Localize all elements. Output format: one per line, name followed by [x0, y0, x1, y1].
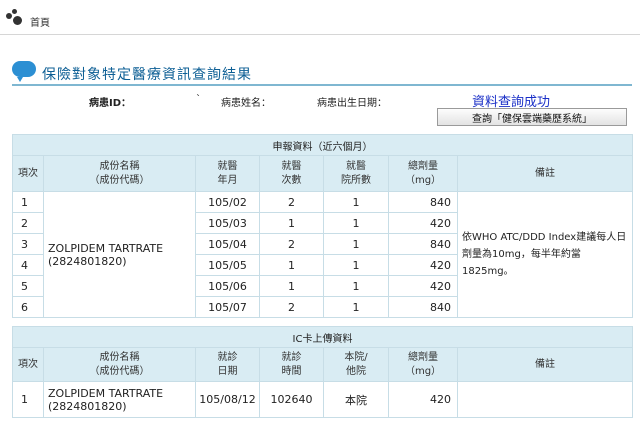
col-header-idx: 項次	[12, 155, 44, 192]
ic-card-table: IC卡上傳資料 項次 成份名稱 （成份代碼） 就診 日期 就診 時間 本院/他院 總劑…	[11, 326, 634, 418]
col-header-date: 就診 日期	[195, 347, 260, 382]
ingredient-name: ZOLPIDEM TARTRATE (2824801820)	[43, 381, 196, 418]
col-header-dose: 總劑量 （mg）	[388, 155, 458, 192]
paw-icon	[6, 9, 24, 25]
col-header-dose: 總劑量 （mg）	[388, 347, 458, 382]
ic-card-table-caption: IC卡上傳資料	[11, 326, 634, 348]
page-header: 保險對象特定醫療資訊查詢結果	[12, 58, 632, 86]
col-header-ingredient: 成份名稱 （成份代碼）	[43, 155, 196, 192]
claims-table-caption: 申報資料（近六個月）	[11, 134, 634, 156]
col-header-idx: 項次	[12, 347, 44, 382]
patient-birth-label: 病患出生日期：	[317, 98, 387, 109]
col-header-note: 備註	[456, 155, 634, 192]
patient-id-label: 病患ID：	[89, 98, 132, 109]
speech-bubble-icon	[12, 61, 36, 82]
query-cloud-pharmacy-button[interactable]: 查詢「健保雲端藥歷系統」	[437, 108, 627, 126]
col-header-month: 就醫 年月	[195, 155, 260, 192]
page-title: 保險對象特定醫療資訊查詢結果	[42, 67, 252, 83]
top-bar: 首頁	[0, 0, 640, 35]
col-header-time: 就診 時間	[259, 347, 324, 382]
table-row: 1 ZOLPIDEM TARTRATE (2824801820) 105/02 2…	[12, 191, 634, 318]
table-row: 1 ZOLPIDEM TARTRATE (2824801820) 105/08/1…	[12, 381, 634, 418]
col-header-hospitals: 就醫 院所數	[323, 155, 389, 192]
col-header-visits: 就醫 次數	[259, 155, 324, 192]
col-header-site: 本院/他院	[323, 347, 389, 382]
ingredient-name: ZOLPIDEM TARTRATE (2824801820)	[43, 191, 196, 318]
patient-id-value: `	[196, 94, 201, 105]
claims-table: 申報資料（近六個月） 項次 成份名稱 （成份代碼） 就醫 年月 就醫 次數 就醫 院所數…	[11, 134, 634, 318]
col-header-note: 備註	[456, 347, 634, 382]
claims-note: 依WHO ATC/DDD Index建議每人日 劑量為10mg，每半年約當1825…	[456, 191, 634, 318]
col-header-ingredient: 成份名稱 （成份代碼）	[43, 347, 196, 382]
patient-name-label: 病患姓名：	[221, 98, 271, 109]
home-link[interactable]: 首頁	[30, 14, 50, 29]
